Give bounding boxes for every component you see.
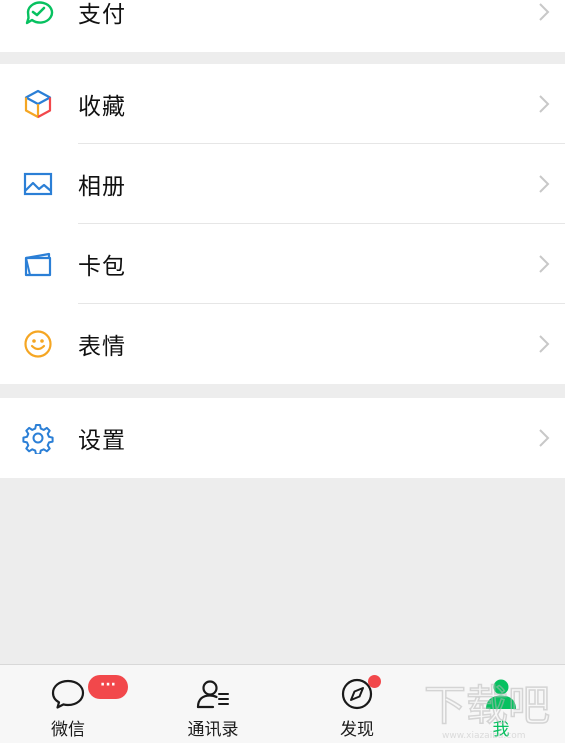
pay-group: 支付 [0,0,565,52]
menu-item-pay[interactable]: 支付 [0,0,565,52]
tab-label-discover: 发现 [340,720,374,740]
menu-label-pay: 支付 [78,2,126,28]
tab-chats[interactable]: 微信 ··· [8,665,128,743]
chat-bubble-icon [51,679,85,709]
tab-discover[interactable]: 发现 [297,665,417,743]
menu-label-stickers: 表情 [78,334,126,360]
cube-icon [22,88,54,120]
chevron-right-icon [539,335,550,353]
contacts-icon [196,680,229,709]
menu-item-settings[interactable]: 设置 [0,398,565,478]
menu-label-album: 相册 [78,174,126,200]
chevron-right-icon [539,3,550,21]
wallet-check-icon [22,0,54,28]
chevron-right-icon [539,95,550,113]
tab-label-contacts: 通讯录 [187,720,239,740]
menu-item-stickers[interactable]: 表情 [0,304,565,384]
menu-label-favorites: 收藏 [78,94,126,120]
chevron-right-icon [539,255,550,273]
svg-text:www.xiazaiba.com: www.xiazaiba.com [442,731,526,740]
menu-item-album[interactable]: 相册 [0,144,565,224]
menu-item-cards[interactable]: 卡包 [0,224,565,304]
gear-icon [22,422,54,454]
chevron-right-icon [539,175,550,193]
discover-badge-dot [368,675,381,688]
svg-text:下载吧: 下载吧 [424,681,550,730]
services-group: 收藏 相册 卡包 表情 [0,64,565,384]
chevron-right-icon [539,429,550,447]
unread-badge: ··· [88,675,128,699]
menu-label-settings: 设置 [78,428,126,454]
settings-group: 设置 [0,398,565,478]
smiley-icon [22,328,54,360]
tab-contacts[interactable]: 通讯录 [153,665,273,743]
menu-label-cards: 卡包 [78,254,126,280]
card-wallet-icon [22,248,54,280]
photo-album-icon [22,168,54,200]
watermark-logo: 下载吧 www.xiazaiba.com [423,680,551,740]
menu-item-favorites[interactable]: 收藏 [0,64,565,144]
tab-label-chats: 微信 [51,720,85,740]
